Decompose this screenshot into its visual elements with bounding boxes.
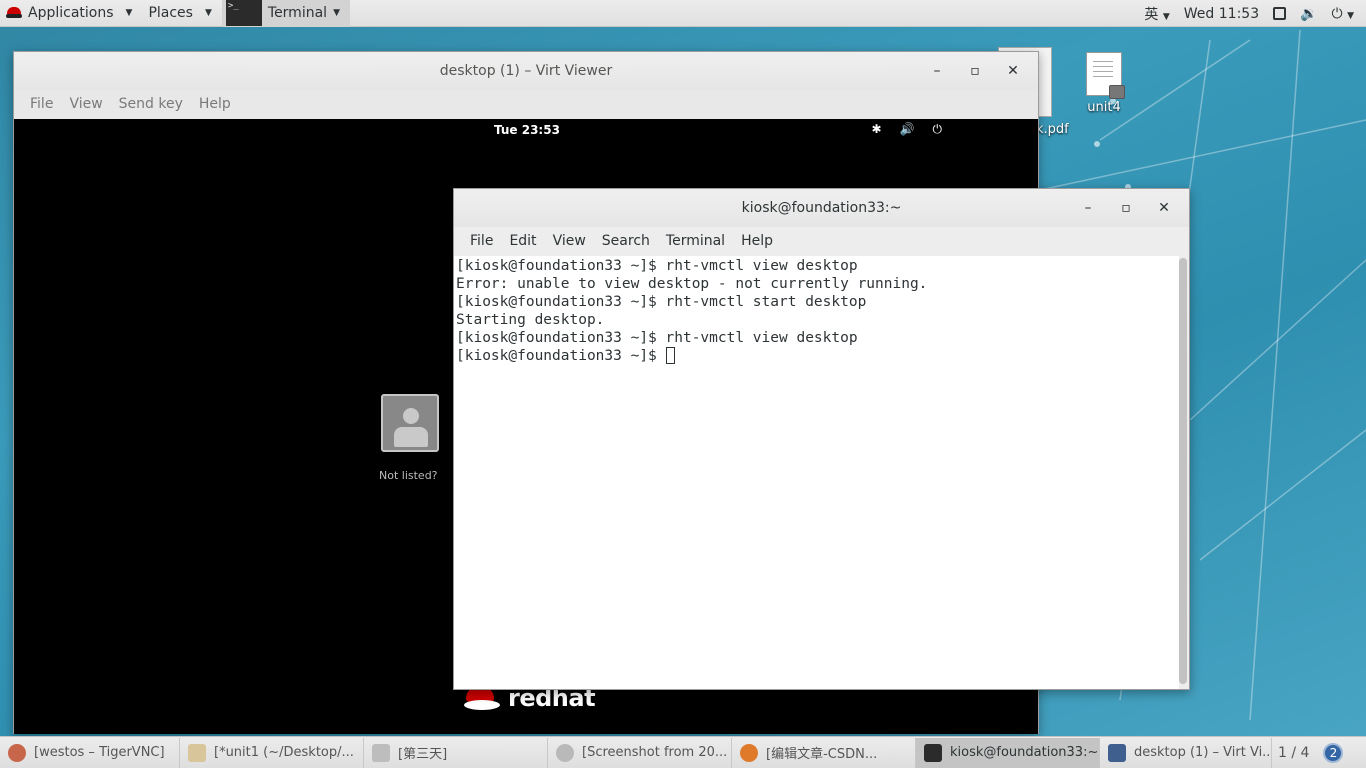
document-icon xyxy=(372,743,390,762)
terminal-cursor xyxy=(665,347,675,364)
menu-search[interactable]: Search xyxy=(594,233,658,249)
workspace-badge[interactable]: 2 xyxy=(1323,742,1344,763)
desktop-file-label: k.pdf xyxy=(1036,122,1069,137)
desktop-file-unit4[interactable]: unit4 xyxy=(1080,52,1128,115)
menu-terminal[interactable]: Terminal xyxy=(658,233,733,249)
chevron-down-icon: ▼ xyxy=(204,8,212,18)
terminal-titlebar[interactable]: kiosk@foundation33:~ – ▫ ✕ xyxy=(454,189,1189,227)
window-title: kiosk@foundation33:~ xyxy=(741,200,902,216)
terminal-label: Terminal xyxy=(267,5,328,21)
menu-view[interactable]: View xyxy=(61,96,110,112)
menu-help[interactable]: Help xyxy=(191,96,239,112)
places-label: Places xyxy=(148,5,193,21)
tigervnc-icon xyxy=(8,743,26,762)
chevron-down-icon: ▼ xyxy=(333,8,340,18)
chevron-down-icon: ▼ xyxy=(1347,10,1354,21)
desktop-file-label: unit4 xyxy=(1087,100,1121,115)
task-terminal[interactable]: kiosk@foundation33:~ xyxy=(916,737,1100,768)
task-label: [第三天] xyxy=(398,747,448,762)
image-viewer-icon xyxy=(556,743,574,762)
terminal-prompt-line: [kiosk@foundation33 ~]$ xyxy=(456,347,1177,365)
task-label: [westos – TigerVNC] xyxy=(34,745,165,760)
virt-viewer-menubar: File View Send key Help xyxy=(14,90,1038,118)
redhat-icon xyxy=(6,6,22,20)
terminal-line: [kiosk@foundation33 ~]$ rht-vmctl view d… xyxy=(456,258,858,274)
task-tigervnc[interactable]: [westos – TigerVNC] xyxy=(0,737,180,768)
text-editor-icon xyxy=(188,743,206,762)
task-label: [*unit1 (~/Desktop/... xyxy=(214,745,354,760)
maximize-button[interactable]: ▫ xyxy=(1109,200,1143,216)
terminal-line: Starting desktop. xyxy=(456,312,605,328)
maximize-button[interactable]: ▫ xyxy=(958,63,992,79)
terminal-icon: >_ xyxy=(225,0,262,26)
not-listed-link[interactable]: Not listed? xyxy=(379,469,438,482)
top-panel: Applications ▼ Places ▼ >_ Terminal ▼ 英 … xyxy=(0,0,1366,27)
screen-icon[interactable] xyxy=(1273,7,1287,20)
document-icon xyxy=(1086,52,1125,99)
power-icon[interactable]: ⏻ ▼ xyxy=(1332,6,1354,22)
menu-send-key[interactable]: Send key xyxy=(111,96,191,112)
firefox-icon xyxy=(740,743,758,762)
task-unit1-editor[interactable]: [*unit1 (~/Desktop/... xyxy=(180,737,364,768)
volume-icon[interactable]: 🔊 xyxy=(900,122,915,137)
task-label: [编辑文章-CSDN... xyxy=(766,747,878,762)
chevron-down-icon: ▼ xyxy=(125,8,133,18)
virt-viewer-icon xyxy=(1108,743,1126,762)
desktop-file-pdf[interactable]: k.pdf xyxy=(1036,122,1076,137)
user-avatar[interactable] xyxy=(381,394,439,452)
close-button[interactable]: ✕ xyxy=(996,63,1030,79)
clock[interactable]: Wed 11:53 xyxy=(1184,6,1259,22)
task-screenshot[interactable]: [Screenshot from 20... xyxy=(548,737,732,768)
close-button[interactable]: ✕ xyxy=(1147,200,1181,216)
terminal-scrollbar[interactable] xyxy=(1179,258,1187,684)
terminal-menubar: File Edit View Search Terminal Help xyxy=(454,227,1189,255)
task-label: desktop (1) – Virt Vi... xyxy=(1134,745,1272,760)
terminal-line: [kiosk@foundation33 ~]$ rht-vmctl start … xyxy=(456,294,867,310)
task-label: kiosk@foundation33:~ xyxy=(950,745,1099,760)
terminal-line: [kiosk@foundation33 ~]$ rht-vmctl view d… xyxy=(456,330,858,346)
accessibility-icon[interactable]: ✱ xyxy=(871,122,881,137)
places-menu[interactable]: Places ▼ xyxy=(142,0,221,27)
power-icon[interactable]: ⏻ xyxy=(933,122,943,137)
volume-icon[interactable]: 🔉 xyxy=(1300,6,1317,22)
menu-file[interactable]: File xyxy=(22,96,61,112)
window-title: desktop (1) – Virt Viewer xyxy=(439,63,613,79)
terminal-line: Error: unable to view desktop - not curr… xyxy=(456,276,928,292)
guest-status-icons: ✱ 🔊 ⏻ xyxy=(871,122,942,137)
scrollbar-thumb[interactable] xyxy=(1179,258,1187,684)
user-icon xyxy=(403,408,419,424)
virt-viewer-titlebar[interactable]: desktop (1) – Virt Viewer – ▫ ✕ xyxy=(14,52,1038,90)
menu-file[interactable]: File xyxy=(462,233,501,249)
menu-help[interactable]: Help xyxy=(733,233,781,249)
applications-menu[interactable]: Applications ▼ xyxy=(0,0,142,27)
guest-clock: Tue 23:53 xyxy=(494,123,560,137)
task-label: [Screenshot from 20... xyxy=(582,745,728,760)
minimize-button[interactable]: – xyxy=(920,63,954,79)
task-folder[interactable]: [第三天] xyxy=(364,737,548,768)
terminal-icon xyxy=(924,743,942,762)
task-virt-viewer[interactable]: desktop (1) – Virt Vi... xyxy=(1100,737,1272,768)
terminal-app-menu[interactable]: >_ Terminal ▼ xyxy=(221,0,350,27)
menu-view[interactable]: View xyxy=(545,233,594,249)
status-area: 英 ▼ Wed 11:53 🔉 ⏻ ▼ xyxy=(1144,0,1366,27)
workspace-pager[interactable]: 1 / 4 xyxy=(1278,745,1309,761)
minimize-button[interactable]: – xyxy=(1071,200,1105,216)
chevron-down-icon: ▼ xyxy=(1162,11,1170,22)
menu-edit[interactable]: Edit xyxy=(501,233,544,249)
terminal-output[interactable]: [kiosk@foundation33 ~]$ rht-vmctl view d… xyxy=(454,256,1179,689)
terminal-window: kiosk@foundation33:~ – ▫ ✕ File Edit Vie… xyxy=(453,188,1190,690)
input-method-indicator[interactable]: 英 ▼ xyxy=(1144,4,1169,24)
task-firefox[interactable]: [编辑文章-CSDN... xyxy=(732,737,916,768)
applications-label: Applications xyxy=(28,5,114,21)
window-list: [westos – TigerVNC] [*unit1 (~/Desktop/.… xyxy=(0,736,1366,768)
